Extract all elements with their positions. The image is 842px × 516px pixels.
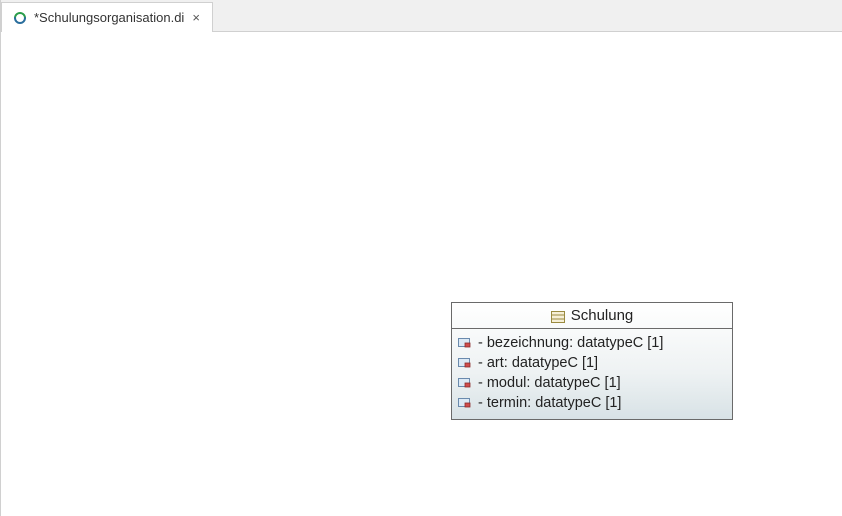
uml-class-name: Schulung bbox=[571, 307, 634, 324]
uml-attribute[interactable]: - art: datatypeC [1] bbox=[458, 353, 726, 373]
property-icon bbox=[458, 397, 472, 409]
uml-attribute-text: - bezeichnung: datatypeC [1] bbox=[478, 335, 663, 351]
class-icon bbox=[551, 310, 565, 322]
property-icon bbox=[458, 377, 472, 389]
uml-class-attributes: - bezeichnung: datatypeC [1] - art: data… bbox=[452, 329, 732, 419]
uml-class-header[interactable]: Schulung bbox=[452, 303, 732, 329]
tab-bar: *Schulungsorganisation.di × bbox=[1, 0, 842, 32]
uml-attribute[interactable]: - termin: datatypeC [1] bbox=[458, 393, 726, 413]
uml-attribute[interactable]: - bezeichnung: datatypeC [1] bbox=[458, 333, 726, 353]
uml-attribute-text: - termin: datatypeC [1] bbox=[478, 395, 621, 411]
property-icon bbox=[458, 357, 472, 369]
diagram-canvas[interactable]: Schulung - bezeichnung: datatypeC [1] bbox=[1, 32, 842, 516]
tab-label: *Schulungsorganisation.di bbox=[34, 10, 184, 25]
uml-attribute-text: - art: datatypeC [1] bbox=[478, 355, 598, 371]
tab-schulungsorganisation[interactable]: *Schulungsorganisation.di × bbox=[1, 2, 213, 32]
papyrus-file-icon bbox=[12, 10, 28, 26]
property-icon bbox=[458, 337, 472, 349]
uml-attribute[interactable]: - modul: datatypeC [1] bbox=[458, 373, 726, 393]
uml-class-schulung[interactable]: Schulung - bezeichnung: datatypeC [1] bbox=[451, 302, 733, 420]
close-icon[interactable]: × bbox=[190, 10, 202, 25]
uml-attribute-text: - modul: datatypeC [1] bbox=[478, 375, 621, 391]
